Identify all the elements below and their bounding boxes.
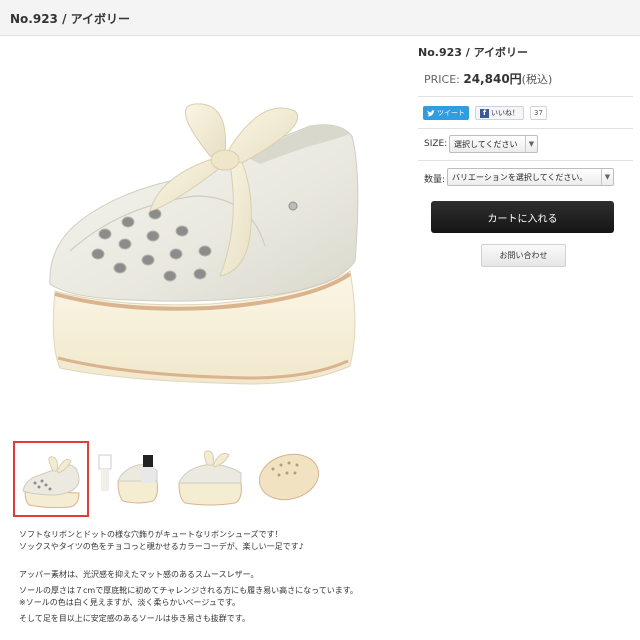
variation-select-value: バリエーションを選択してください。 — [452, 172, 588, 182]
facebook-like-button[interactable]: f いいね！ — [475, 106, 524, 120]
tweet-button[interactable]: ツイート — [423, 106, 469, 120]
thumbnail-image — [258, 453, 320, 501]
description-line: アッパー素材は、光沢感を抑えたマット感のあるスムースレザー。 — [19, 570, 259, 579]
size-label: SIZE: — [424, 139, 448, 149]
description-line: ソールの厚さは７cmで厚底靴に初めてチャレンジされる方にも履き易い高さになってい… — [19, 586, 358, 595]
product-info: No.923 / アイボリー PRICE: 24,840円(税込) — [418, 44, 633, 87]
price-value: 24,840円 — [463, 72, 522, 86]
product-description: ソフトなリボンとドットの様な穴飾りがキュートなリボンシューズです！ ソックスやタ… — [19, 529, 629, 625]
twitter-bird-icon — [427, 109, 435, 116]
header-bar: No.923 / アイボリー — [0, 0, 640, 36]
thumbnail-6-placeholder — [333, 441, 409, 517]
thumbnail-image — [98, 454, 158, 504]
add-to-cart-button[interactable]: カートに入れる — [431, 201, 614, 233]
facebook-icon: f — [480, 108, 489, 118]
divider — [418, 128, 633, 129]
description-line: ※ソールの色は白く見えますが、淡く柔らかいベージュです。 — [19, 598, 241, 607]
shoe-illustration — [49, 103, 359, 385]
chevron-down-icon: ▼ — [601, 169, 613, 185]
page-title: No.923 / アイボリー — [10, 12, 131, 26]
description-line: そして足を目以上に安定感のあるソールは歩き易さも抜群です。 — [19, 614, 250, 623]
size-select[interactable]: 選択してください ▼ — [449, 135, 538, 153]
price-line: PRICE: 24,840円(税込) — [424, 70, 633, 87]
divider — [418, 160, 633, 161]
thumbnail-3[interactable] — [173, 441, 249, 517]
description-line: ソックスやタイツの色をチョコっと覗かせるカラーコーデが、楽しい一足です♪ — [19, 542, 304, 551]
size-select-value: 選択してください — [454, 139, 518, 149]
tweet-label: ツイート — [437, 109, 465, 117]
thumbnail-2[interactable] — [93, 441, 169, 517]
variation-select[interactable]: バリエーションを選択してください。 ▼ — [447, 168, 614, 186]
social-buttons: ツイート f いいね！ 37 — [423, 106, 547, 120]
divider — [418, 96, 633, 97]
contact-button[interactable]: お問い合わせ — [481, 244, 566, 267]
quantity-label: 数量: — [424, 175, 446, 185]
thumbnail-image — [178, 450, 242, 506]
thumbnail-4[interactable] — [253, 441, 329, 517]
price-tax-note: (税込) — [521, 73, 553, 86]
chevron-down-icon: ▼ — [525, 136, 537, 152]
main-product-image[interactable] — [10, 46, 405, 416]
product-name: No.923 / アイボリー — [418, 46, 529, 59]
thumbnail-1[interactable] — [13, 441, 89, 517]
thumbnail-strip — [13, 441, 413, 519]
like-count: 37 — [530, 106, 547, 120]
description-line: ソフトなリボンとドットの様な穴飾りがキュートなリボンシューズです！ — [19, 530, 283, 539]
like-label: いいね！ — [491, 109, 519, 117]
price-label: PRICE: — [424, 73, 460, 86]
thumbnail-image — [22, 456, 80, 509]
